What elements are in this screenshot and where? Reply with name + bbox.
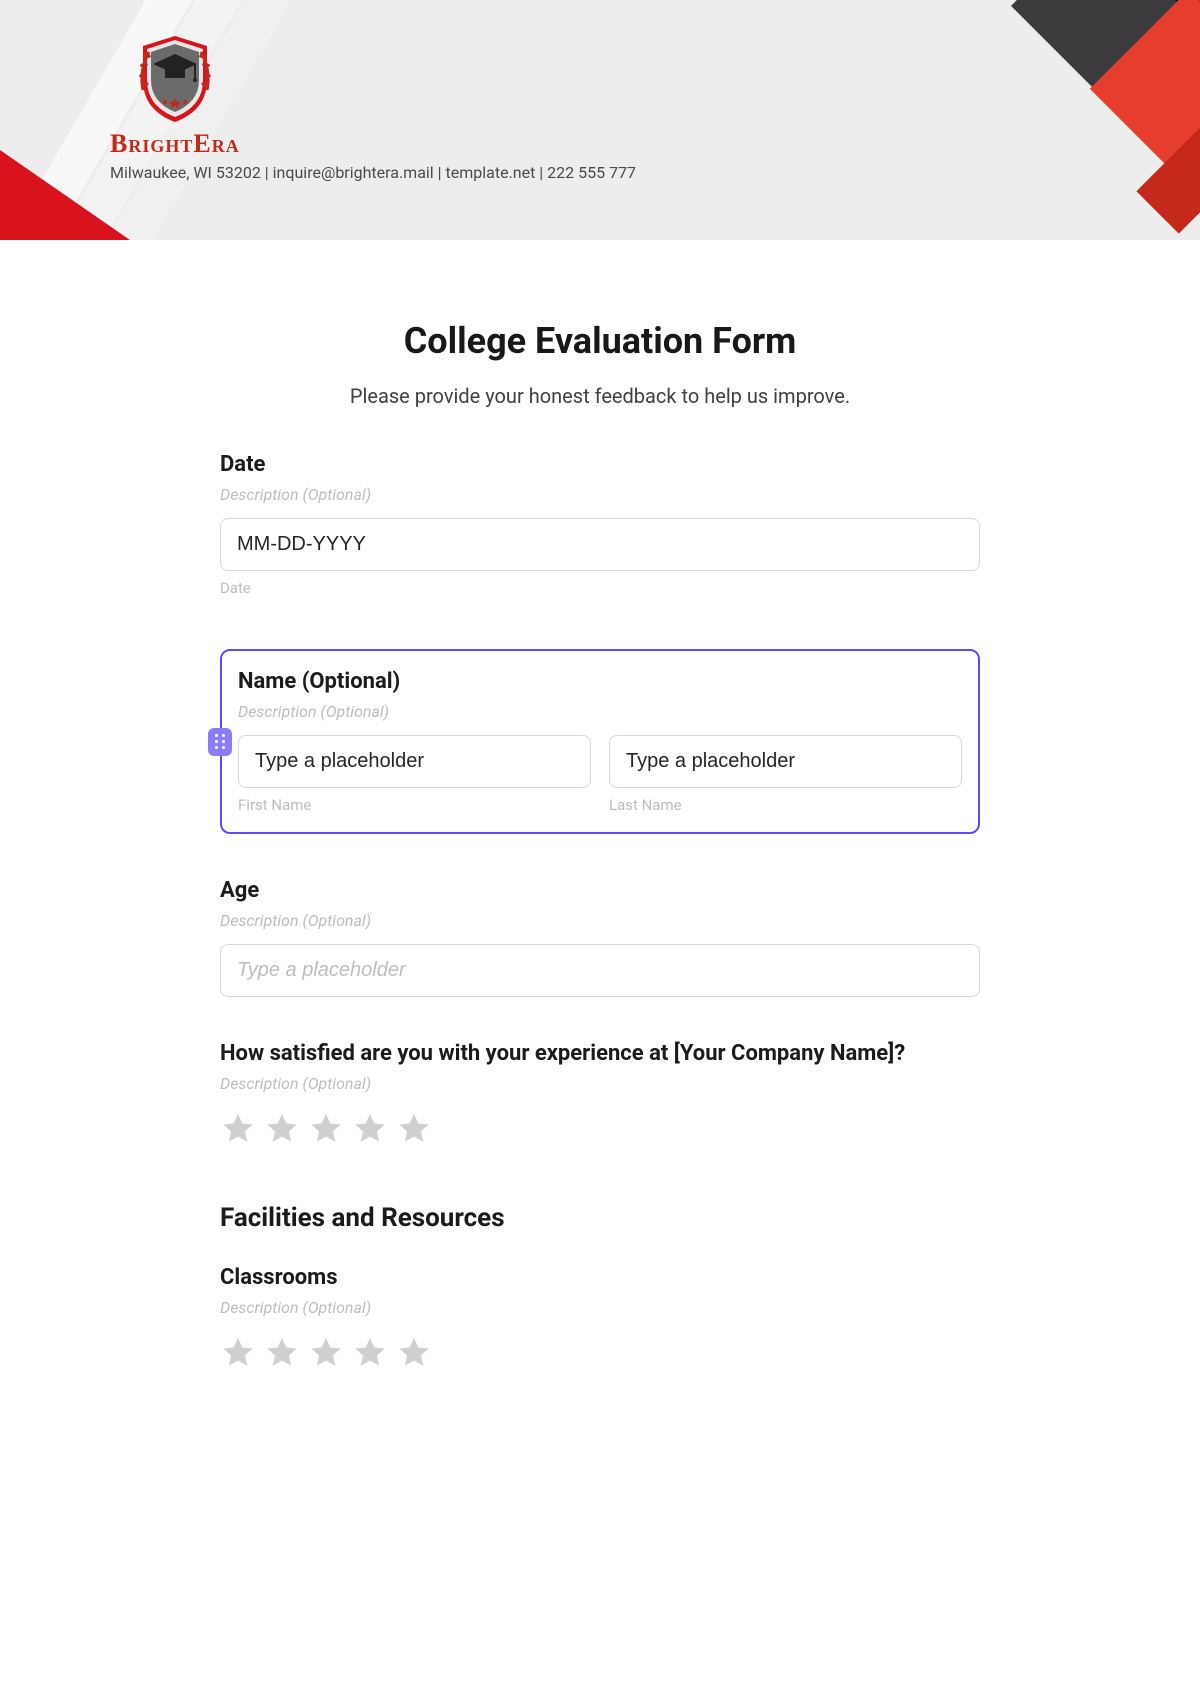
- field-date: Date Description (Optional) Date: [220, 452, 980, 597]
- field-label-date: Date: [220, 452, 980, 477]
- star-rating-classrooms: [220, 1335, 980, 1371]
- age-input[interactable]: [220, 944, 980, 997]
- first-name-input[interactable]: [238, 735, 591, 788]
- form-title: College Evaluation Form: [220, 320, 980, 362]
- star-icon[interactable]: [308, 1335, 344, 1371]
- star-icon[interactable]: [396, 1111, 432, 1147]
- brand-block: BrightEra Milwaukee, WI 53202 | inquire@…: [110, 30, 636, 182]
- sublabel-first-name: First Name: [238, 796, 591, 814]
- decorative-corner: [890, 0, 1200, 240]
- sublabel-date: Date: [220, 579, 980, 597]
- star-icon[interactable]: [352, 1335, 388, 1371]
- field-classrooms: Classrooms Description (Optional): [220, 1265, 980, 1371]
- star-icon[interactable]: [264, 1111, 300, 1147]
- field-label-name: Name (Optional): [238, 669, 962, 694]
- date-input[interactable]: [220, 518, 980, 571]
- field-label-age: Age: [220, 878, 980, 903]
- form-area: College Evaluation Form Please provide y…: [220, 320, 980, 1371]
- field-desc-age: Description (Optional): [220, 911, 980, 930]
- brand-logo: [125, 30, 225, 125]
- star-rating-satisfaction: [220, 1111, 980, 1147]
- field-desc-date: Description (Optional): [220, 485, 980, 504]
- field-desc-classrooms: Description (Optional): [220, 1298, 980, 1317]
- field-desc-satisfaction: Description (Optional): [220, 1074, 980, 1093]
- star-icon[interactable]: [352, 1111, 388, 1147]
- form-subtitle: Please provide your honest feedback to h…: [220, 384, 980, 408]
- brand-name: BrightEra: [110, 129, 636, 159]
- section-facilities-heading: Facilities and Resources: [220, 1203, 980, 1233]
- star-icon[interactable]: [396, 1335, 432, 1371]
- sublabel-last-name: Last Name: [609, 796, 962, 814]
- field-name[interactable]: Name (Optional) Description (Optional) F…: [220, 649, 980, 834]
- header-band: BrightEra Milwaukee, WI 53202 | inquire@…: [0, 0, 1200, 240]
- star-icon[interactable]: [220, 1335, 256, 1371]
- field-desc-name: Description (Optional): [238, 702, 962, 721]
- drag-handle-icon[interactable]: [208, 728, 232, 756]
- brand-contact: Milwaukee, WI 53202 | inquire@brightera.…: [110, 163, 636, 182]
- field-age: Age Description (Optional): [220, 878, 980, 997]
- field-label-classrooms: Classrooms: [220, 1265, 980, 1290]
- star-icon[interactable]: [264, 1335, 300, 1371]
- field-label-satisfaction: How satisfied are you with your experien…: [220, 1041, 980, 1066]
- field-satisfaction: How satisfied are you with your experien…: [220, 1041, 980, 1147]
- star-icon[interactable]: [220, 1111, 256, 1147]
- last-name-input[interactable]: [609, 735, 962, 788]
- star-icon[interactable]: [308, 1111, 344, 1147]
